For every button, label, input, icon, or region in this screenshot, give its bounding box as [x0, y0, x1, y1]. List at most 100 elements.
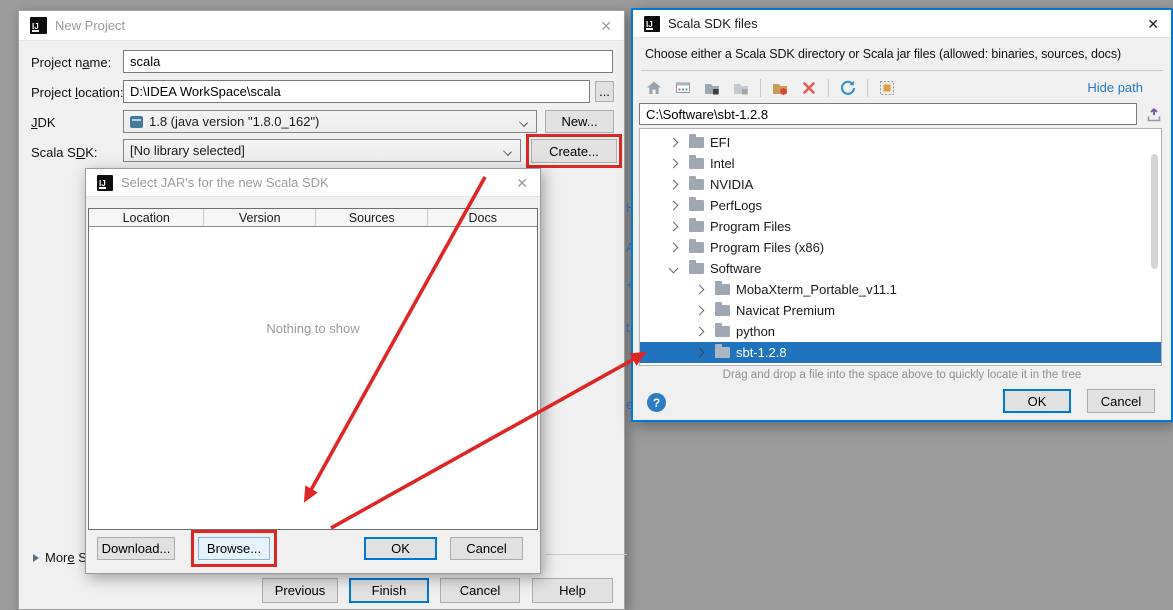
chevron-right-icon[interactable] [669, 222, 679, 232]
folder-icon [715, 347, 730, 358]
refresh-icon[interactable] [837, 77, 859, 99]
desktop-icon[interactable] [672, 77, 694, 99]
location-browse-button[interactable]: ... [595, 81, 614, 102]
browse-button[interactable]: Browse... [198, 537, 270, 560]
chevron-right-icon[interactable] [669, 201, 679, 211]
folder-icon [689, 137, 704, 148]
scala-sdk-files-dialog: IJ Scala SDK files ✕ Choose either a Sca… [631, 8, 1173, 422]
empty-table-message: Nothing to show [89, 321, 537, 336]
tree-item-program-files-x86-[interactable]: Program Files (x86) [640, 237, 1161, 258]
tree-item-label: EFI [710, 135, 730, 150]
toolbar-separator [867, 79, 868, 97]
intellij-logo-icon: IJ [644, 16, 660, 32]
column-header-location[interactable]: Location [89, 209, 204, 226]
file-chooser-toolbar [643, 76, 905, 100]
tree-item-clipped[interactable] [640, 363, 1161, 366]
jdk-new-button[interactable]: New... [545, 110, 614, 133]
expander-triangle-icon [33, 554, 39, 562]
tree-item-software[interactable]: Software [640, 258, 1161, 279]
tree-item-program-files[interactable]: Program Files [640, 216, 1161, 237]
tree-item-label: sbt-1.2.8 [736, 345, 787, 360]
hide-path-link[interactable]: Hide path [1087, 80, 1143, 95]
background-text-fragment: t [626, 320, 630, 335]
chevron-right-icon[interactable] [669, 159, 679, 169]
toolbar-separator [760, 79, 761, 97]
show-hidden-files-icon[interactable] [876, 77, 898, 99]
scala-sdk-label: Scala SDK: [31, 145, 98, 160]
tree-item-label: Intel [710, 156, 735, 171]
new-project-titlebar[interactable]: IJ New Project ✕ [19, 11, 624, 41]
download-button[interactable]: Download... [97, 537, 175, 560]
jar-table-header: LocationVersionSourcesDocs [89, 209, 537, 227]
tree-item-sbt-1.2.8[interactable]: sbt-1.2.8 [640, 342, 1161, 363]
chevron-right-icon[interactable] [669, 243, 679, 253]
intellij-logo-icon: IJ [97, 175, 113, 191]
sj-ok-button[interactable]: OK [364, 537, 437, 560]
folder-icon [689, 263, 704, 274]
tree-item-label: NVIDIA [710, 177, 753, 192]
toolbar-separator [828, 79, 829, 97]
select-jars-title: Select JAR's for the new Scala SDK [121, 175, 329, 190]
desktop-background: HAl+tne IJ New Project ✕ Project name: P… [0, 0, 1173, 610]
sdk-files-close-icon[interactable]: ✕ [1147, 17, 1159, 31]
jdk-combobox[interactable]: 1.8 (java version "1.8.0_162") [123, 110, 537, 133]
tree-item-label: MobaXterm_Portable_v11.1 [736, 282, 897, 297]
scala-sdk-create-button[interactable]: Create... [531, 139, 617, 163]
column-header-version[interactable]: Version [204, 209, 316, 226]
tree-item-label: Program Files [710, 219, 791, 234]
chevron-right-icon[interactable] [695, 327, 705, 337]
select-jars-dialog: IJ Select JAR's for the new Scala SDK ✕ … [85, 168, 541, 574]
chevron-right-icon[interactable] [695, 348, 705, 358]
chevron-right-icon[interactable] [695, 306, 705, 316]
tree-item-nvidia[interactable]: NVIDIA [640, 174, 1161, 195]
sj-cancel-button[interactable]: Cancel [450, 537, 523, 560]
chevron-down-icon[interactable] [669, 264, 679, 274]
folder-icon [689, 158, 704, 169]
tree-item-python[interactable]: python [640, 321, 1161, 342]
select-jars-close-icon[interactable]: ✕ [516, 176, 528, 190]
chevron-right-icon[interactable] [669, 180, 679, 190]
folder-icon [689, 221, 704, 232]
previous-button[interactable]: Previous [262, 578, 338, 603]
paste-path-icon[interactable] [1144, 103, 1164, 125]
project-name-input[interactable] [123, 50, 613, 73]
more-settings-expander[interactable]: More S [33, 550, 87, 565]
jdk-value: 1.8 (java version "1.8.0_162") [149, 114, 319, 129]
file-tree: EFI Intel NVIDIA PerfLogs Program Files Progr… [639, 128, 1162, 366]
module-directory-icon[interactable] [701, 77, 723, 99]
chevron-right-icon[interactable] [695, 285, 705, 295]
scala-sdk-combobox[interactable]: [No library selected] [123, 139, 521, 162]
path-input[interactable] [639, 103, 1137, 125]
sf-cancel-button[interactable]: Cancel [1087, 389, 1155, 413]
finish-button[interactable]: Finish [349, 578, 429, 603]
np-cancel-button[interactable]: Cancel [440, 578, 520, 603]
tree-item-perflogs[interactable]: PerfLogs [640, 195, 1161, 216]
home-icon[interactable] [643, 77, 665, 99]
more-settings-label: More S [45, 550, 87, 565]
project-location-label: Project location: [31, 85, 124, 100]
chevron-right-icon[interactable] [669, 138, 679, 148]
delete-icon[interactable] [798, 77, 820, 99]
new-folder-icon[interactable] [769, 77, 791, 99]
tree-item-efi[interactable]: EFI [640, 132, 1161, 153]
new-project-title: New Project [55, 18, 125, 33]
tree-item-label: Program Files (x86) [710, 240, 824, 255]
help-icon[interactable]: ? [647, 393, 666, 412]
new-project-close-icon[interactable]: ✕ [600, 19, 612, 33]
column-header-docs[interactable]: Docs [428, 209, 537, 226]
sdk-files-titlebar[interactable]: IJ Scala SDK files ✕ [633, 10, 1171, 38]
project-name-label: Project name: [31, 55, 111, 70]
scala-sdk-value: [No library selected] [130, 143, 245, 158]
project-location-input[interactable] [123, 80, 590, 103]
tree-item-mobaxterm-portable-v11.1[interactable]: MobaXterm_Portable_v11.1 [640, 279, 1161, 300]
sf-ok-button[interactable]: OK [1003, 389, 1071, 413]
project-directory-icon[interactable] [730, 77, 752, 99]
tree-item-intel[interactable]: Intel [640, 153, 1161, 174]
help-button[interactable]: Help [532, 578, 613, 603]
select-jars-titlebar[interactable]: IJ Select JAR's for the new Scala SDK ✕ [86, 169, 540, 197]
drag-drop-hint: Drag and drop a file into the space abov… [633, 369, 1171, 381]
tree-item-navicat-premium[interactable]: Navicat Premium [640, 300, 1161, 321]
folder-icon [715, 326, 730, 337]
column-header-sources[interactable]: Sources [316, 209, 429, 226]
tree-scrollbar-thumb[interactable] [1151, 154, 1158, 269]
